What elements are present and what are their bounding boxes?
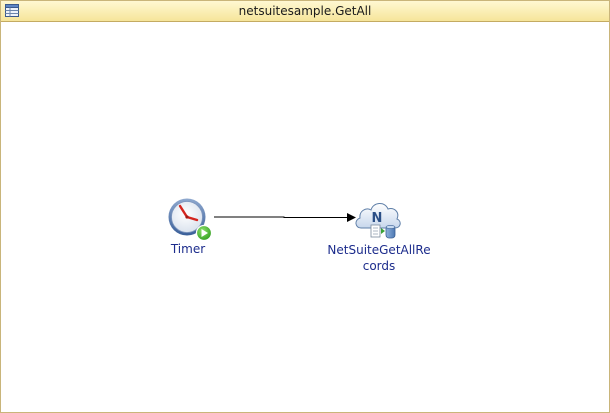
editor-window: netsuitesample.GetAll Timer N NetSuiteGe… (0, 0, 610, 413)
window-titlebar[interactable]: netsuitesample.GetAll (1, 1, 609, 22)
netsuite-node-label[interactable]: NetSuiteGetAllRecords (327, 242, 431, 274)
netsuite-cloud-icon[interactable]: N (353, 198, 405, 242)
clock-play-icon[interactable] (166, 198, 214, 242)
window-title: netsuitesample.GetAll (238, 4, 372, 18)
svg-text:N: N (372, 211, 383, 226)
timer-node-label[interactable]: Timer (157, 241, 219, 257)
flow-connector[interactable] (1, 22, 609, 412)
flow-canvas[interactable]: Timer N NetSuiteGetAllRecords (1, 22, 609, 412)
